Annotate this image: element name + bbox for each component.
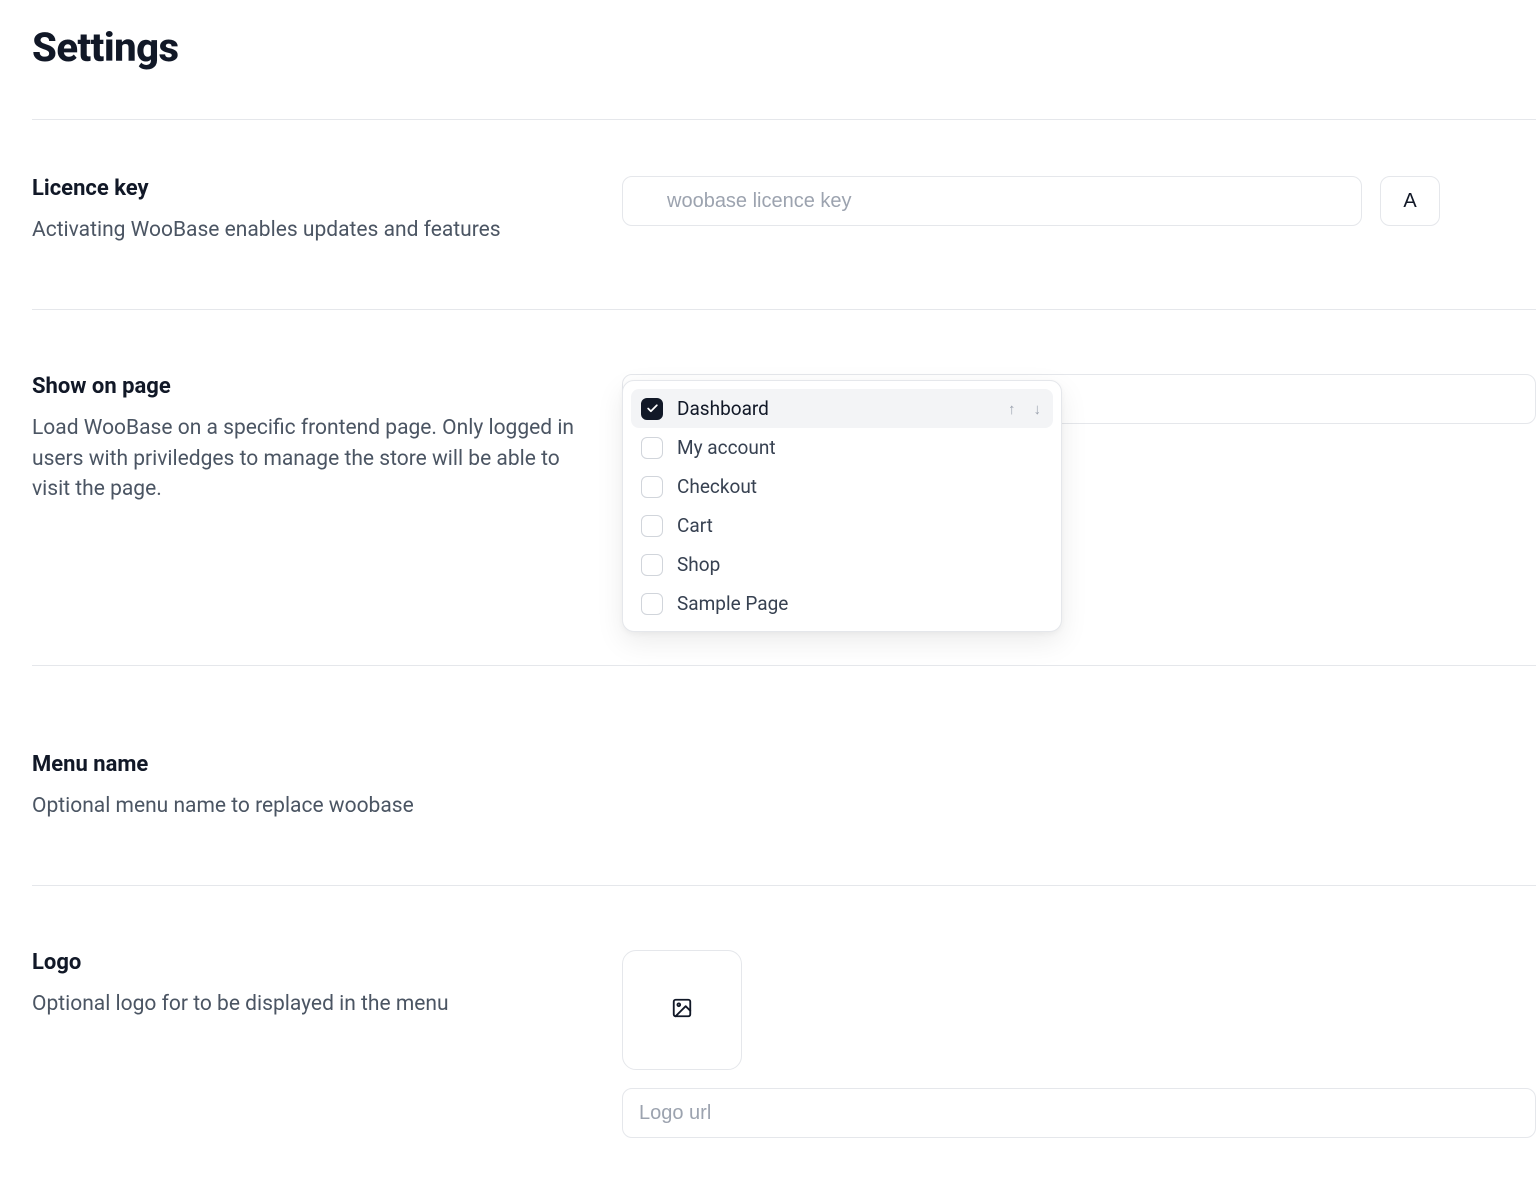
logo-title: Logo (32, 950, 582, 975)
page-option-label: Shop (677, 553, 1043, 576)
page-option-checkout[interactable]: Checkout (631, 467, 1053, 506)
page-option-label: My account (677, 436, 1043, 459)
row-menu-name: Menu name Optional menu name to replace … (32, 666, 1536, 886)
logo-field-col (622, 950, 1536, 1138)
menu-name-field-col (622, 752, 1536, 821)
row-logo: Logo Optional logo for to be displayed i… (32, 886, 1536, 1178)
page-option-label: Cart (677, 514, 1043, 537)
page-option-label: Checkout (677, 475, 1043, 498)
logo-label-col: Logo Optional logo for to be displayed i… (32, 950, 622, 1138)
checkbox-checked-icon[interactable] (641, 398, 663, 420)
page-option-shop[interactable]: Shop (631, 545, 1053, 584)
row-licence: Licence key Activating WooBase enables u… (32, 120, 1536, 310)
checkbox-icon[interactable] (641, 593, 663, 615)
licence-action-button[interactable]: A (1380, 176, 1440, 226)
checkbox-icon[interactable] (641, 554, 663, 576)
row-show-on-page: Show on page Load WooBase on a specific … (32, 310, 1536, 665)
checkbox-icon[interactable] (641, 437, 663, 459)
page-option-sample-page[interactable]: Sample Page (631, 584, 1053, 623)
page-title: Settings (32, 24, 1536, 71)
licence-label-col: Licence key Activating WooBase enables u… (32, 176, 622, 245)
show-on-page-title: Show on page (32, 374, 582, 399)
page-option-cart[interactable]: Cart (631, 506, 1053, 545)
logo-upload-box[interactable] (622, 950, 742, 1070)
menu-name-label-col: Menu name Optional menu name to replace … (32, 752, 622, 821)
licence-desc: Activating WooBase enables updates and f… (32, 215, 582, 245)
image-icon (671, 997, 693, 1023)
show-on-page-label-col: Show on page Load WooBase on a specific … (32, 374, 622, 504)
licence-field-col: A (622, 176, 1536, 245)
arrow-up-icon[interactable]: ↑ (1006, 400, 1018, 418)
show-on-page-desc: Load WooBase on a specific frontend page… (32, 413, 582, 504)
menu-name-title: Menu name (32, 752, 582, 777)
pages-dropdown: Dashboard ↑ ↓ My account Checkout Cart S… (622, 380, 1062, 632)
licence-input-wrap (622, 176, 1362, 226)
logo-url-input[interactable] (622, 1088, 1536, 1138)
page-option-label: Sample Page (677, 592, 1043, 615)
checkbox-icon[interactable] (641, 476, 663, 498)
licence-key-input[interactable] (622, 176, 1362, 226)
logo-desc: Optional logo for to be displayed in the… (32, 989, 582, 1019)
page-option-my-account[interactable]: My account (631, 428, 1053, 467)
page-option-dashboard[interactable]: Dashboard ↑ ↓ (631, 389, 1053, 428)
licence-title: Licence key (32, 176, 582, 201)
arrow-down-icon[interactable]: ↓ (1032, 400, 1044, 418)
page-option-label: Dashboard (677, 397, 992, 420)
checkbox-icon[interactable] (641, 515, 663, 537)
menu-name-desc: Optional menu name to replace woobase (32, 791, 582, 821)
